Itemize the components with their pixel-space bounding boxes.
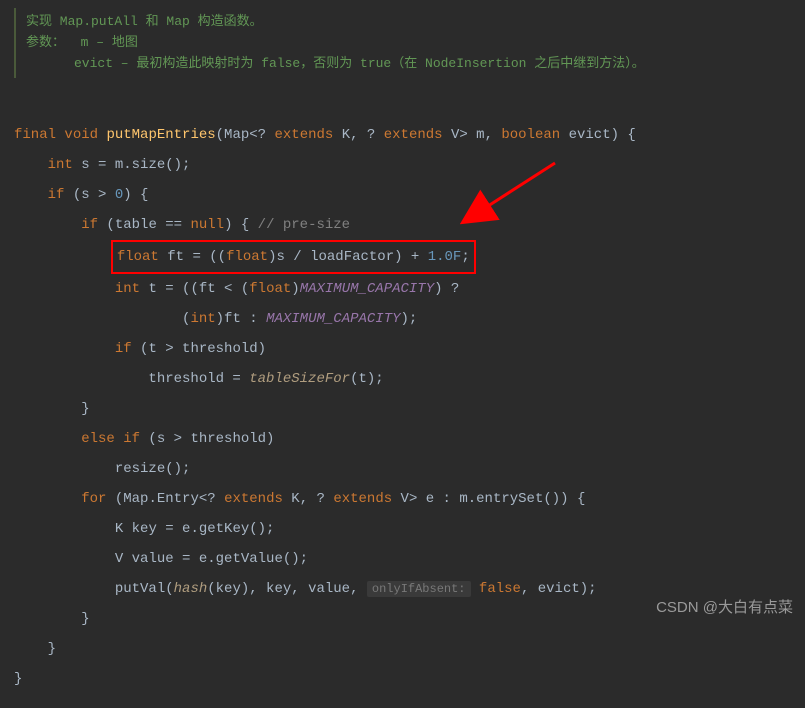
keyword-else-if: else if	[81, 431, 140, 447]
keyword-final: final	[14, 127, 56, 143]
doc-line-2: 参数： m – 地图	[26, 33, 805, 54]
doc-line-1: 实现 Map.putAll 和 Map 构造函数。	[26, 12, 805, 33]
keyword-int: int	[48, 157, 73, 173]
keyword-for: for	[81, 491, 106, 507]
doc-line-3: evict – 最初构造此映射时为 false，否则为 true（在 NodeI…	[26, 54, 805, 75]
param-hint-onlyifabsent: onlyIfAbsent:	[367, 581, 471, 597]
const-max-capacity: MAXIMUM_CAPACITY	[300, 281, 434, 297]
comment-presize: // pre-size	[258, 217, 350, 233]
call-tablesizefor: tableSizeFor	[249, 371, 350, 387]
javadoc-block: 实现 Map.putAll 和 Map 构造函数。 参数： m – 地图 evi…	[14, 8, 805, 78]
keyword-if: if	[48, 187, 65, 203]
call-hash: hash	[174, 581, 208, 597]
watermark: CSDN @大白有点菜	[656, 596, 793, 617]
keyword-void: void	[64, 127, 98, 143]
method-name: putMapEntries	[106, 127, 215, 143]
highlighted-line: float ft = ((float)s / loadFactor) + 1.0…	[111, 240, 476, 274]
